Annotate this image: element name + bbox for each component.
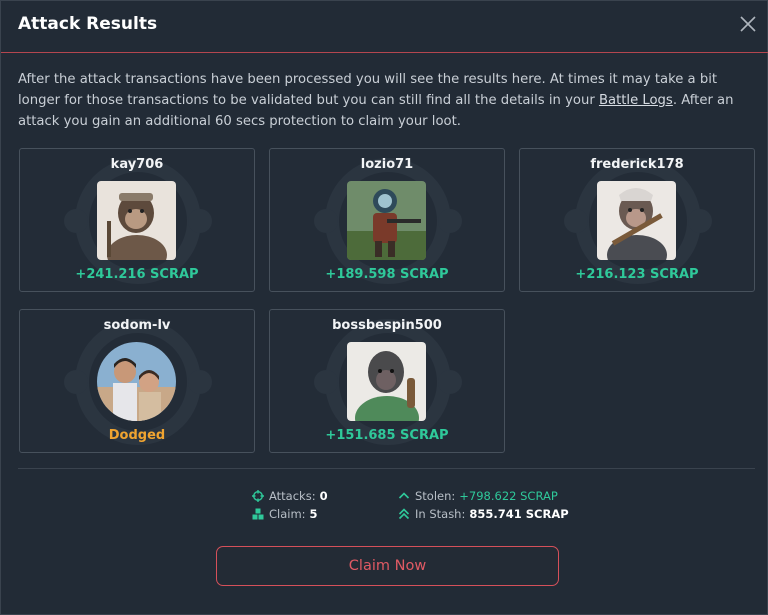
stolen-value: +798.622 SCRAP: [459, 489, 558, 503]
player-avatar: [97, 181, 176, 260]
intro-text: After the attack transactions have been …: [18, 69, 750, 132]
result-value: Dodged: [108, 428, 166, 443]
result-value: +241.216 SCRAP: [75, 267, 199, 282]
result-card: bossbespin500 +151.685 SCRAP: [269, 309, 505, 453]
stash-label: In Stash:: [415, 507, 466, 521]
modal-header: Attack Results: [1, 1, 768, 53]
stash-value: 855.741 SCRAP: [469, 507, 569, 521]
stats-right: Stolen: +798.622 SCRAP In Stash: 855.741…: [398, 487, 569, 523]
stats-left: Attacks: 0 Claim: 5: [252, 487, 328, 523]
boxes-icon: [252, 508, 264, 520]
close-icon[interactable]: [738, 14, 758, 34]
result-card: frederick178 +216.123 SCRAP: [519, 148, 755, 292]
player-avatar: [97, 342, 176, 421]
stash-stat: In Stash: 855.741 SCRAP: [398, 505, 569, 523]
attacks-value: 0: [319, 489, 328, 503]
chevron-up-icon: [398, 492, 410, 499]
player-avatar: [597, 181, 676, 260]
attacks-label: Attacks:: [269, 489, 316, 503]
claim-stat: Claim: 5: [252, 505, 328, 523]
result-value: +216.123 SCRAP: [575, 267, 699, 282]
stolen-label: Stolen:: [415, 489, 456, 503]
player-name: lozio71: [360, 157, 414, 172]
attacks-stat: Attacks: 0: [252, 487, 328, 505]
stolen-stat: Stolen: +798.622 SCRAP: [398, 487, 569, 505]
player-name: kay706: [110, 157, 164, 172]
battle-logs-link[interactable]: Battle Logs: [599, 93, 673, 108]
crosshair-icon: [252, 490, 264, 502]
result-card: sodom-lv Dodged: [19, 309, 255, 453]
claim-value: 5: [309, 507, 318, 521]
player-name: frederick178: [590, 157, 684, 172]
player-name: sodom-lv: [103, 318, 171, 333]
claim-label: Claim:: [269, 507, 306, 521]
attack-results-modal: Attack Results After the attack transact…: [0, 0, 768, 615]
result-card: lozio71 +189.598 SCRAP: [269, 148, 505, 292]
player-name: bossbespin500: [332, 318, 442, 333]
player-avatar: [347, 342, 426, 421]
double-chevron-up-icon: [398, 508, 410, 520]
result-value: +151.685 SCRAP: [325, 428, 449, 443]
result-card: kay706 +241.216 SCRAP: [19, 148, 255, 292]
player-avatar: [347, 181, 426, 260]
divider: [18, 468, 755, 469]
result-value: +189.598 SCRAP: [325, 267, 449, 282]
claim-now-button[interactable]: Claim Now: [216, 546, 559, 586]
modal-title: Attack Results: [18, 14, 158, 34]
